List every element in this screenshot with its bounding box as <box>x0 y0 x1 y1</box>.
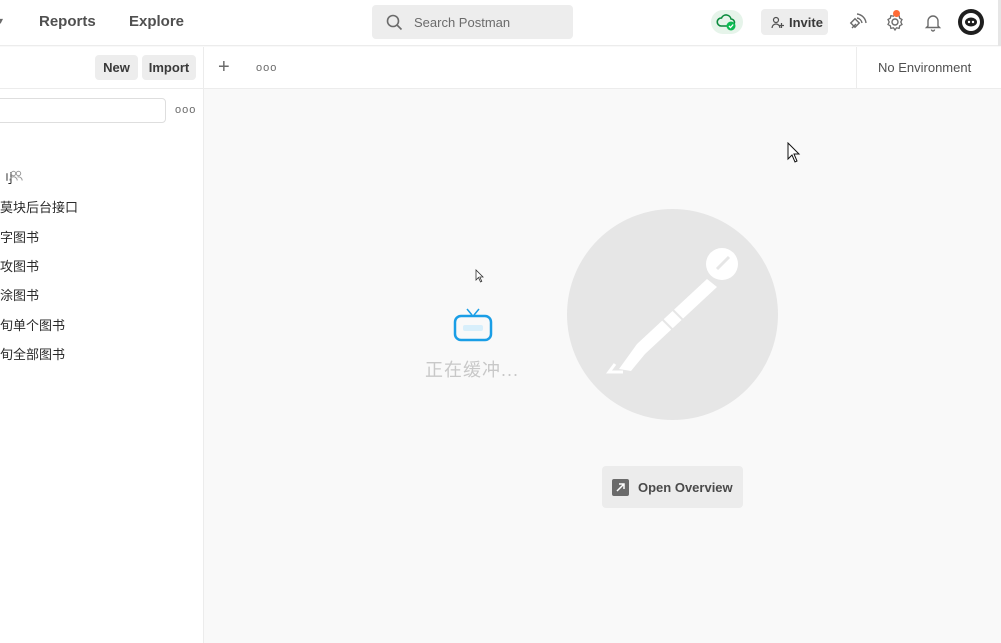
sidebar-divider <box>0 88 204 89</box>
top-bar: ▾ Reports Explore Search Postman Invite <box>0 0 1001 46</box>
search-placeholder: Search Postman <box>414 14 511 30</box>
sidebar-more-icon[interactable]: ooo <box>175 104 196 116</box>
tv-loading-icon <box>453 307 493 348</box>
request-item[interactable]: 旬单个图书 <box>0 315 65 334</box>
request-item[interactable]: 旬全部图书 <box>0 344 65 363</box>
nav-explore[interactable]: Explore <box>129 13 184 30</box>
nav-reports[interactable]: Reports <box>39 13 96 30</box>
astronaut-icon <box>962 13 980 31</box>
add-user-icon <box>771 16 784 28</box>
mouse-cursor-icon <box>475 269 484 283</box>
filter-input[interactable] <box>0 98 166 123</box>
team-icon <box>9 170 23 181</box>
tab-bar: + ooo No Environment <box>204 47 1001 89</box>
open-overview-label: Open Overview <box>638 479 733 495</box>
bell-icon[interactable] <box>923 12 943 32</box>
avatar[interactable] <box>958 9 984 35</box>
invite-button[interactable]: Invite <box>761 9 828 35</box>
search-icon <box>386 14 403 31</box>
sidebar: New Import ooo 刂 莫块后台接口 字图书 攻图书 涂图书 旬单个图… <box>0 47 204 643</box>
environment-label: No Environment <box>878 60 972 75</box>
sync-status[interactable] <box>711 10 743 34</box>
workspace-main: 正在缓冲... Open Overview <box>205 89 1001 643</box>
import-button[interactable]: Import <box>142 55 196 80</box>
folder-item[interactable]: 莫块后台接口 <box>0 197 78 216</box>
search-input[interactable]: Search Postman <box>372 5 573 39</box>
rocket-man-icon <box>606 248 738 374</box>
invite-label: Invite <box>789 14 823 30</box>
tab-more-icon[interactable]: ooo <box>256 62 277 74</box>
buffering-text: 正在缓冲... <box>425 360 520 380</box>
request-item[interactable]: 攻图书 <box>0 256 39 275</box>
open-overview-button[interactable]: Open Overview <box>602 466 743 508</box>
external-link-icon <box>612 479 629 496</box>
chevron-down-icon[interactable]: ▾ <box>0 16 3 27</box>
postman-logo <box>567 209 778 420</box>
new-tab-button[interactable]: + <box>218 56 230 79</box>
request-item[interactable]: 字图书 <box>0 227 39 246</box>
new-button[interactable]: New <box>95 55 138 80</box>
request-item[interactable]: 涂图书 <box>0 285 39 304</box>
cloud-sync-icon <box>716 14 736 31</box>
mouse-cursor-icon <box>787 142 801 163</box>
satellite-icon[interactable] <box>848 12 868 32</box>
environment-selector[interactable]: No Environment <box>856 47 1001 88</box>
settings-badge <box>893 10 900 17</box>
